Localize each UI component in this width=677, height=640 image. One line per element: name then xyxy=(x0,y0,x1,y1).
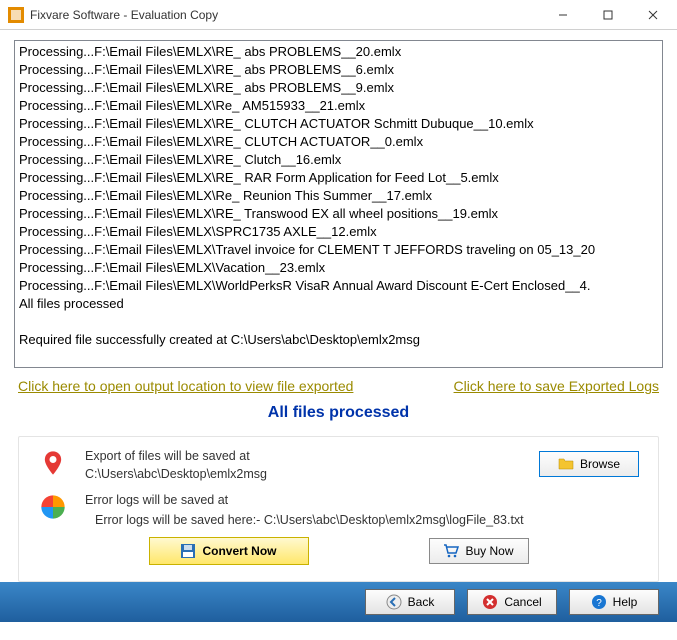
maximize-button[interactable] xyxy=(585,0,630,29)
cancel-label: Cancel xyxy=(504,595,541,609)
log-line: Processing...F:\Email Files\EMLX\RE_ Clu… xyxy=(19,151,658,169)
cancel-icon xyxy=(482,594,498,610)
browse-label: Browse xyxy=(580,457,620,471)
titlebar: Fixvare Software - Evaluation Copy xyxy=(0,0,677,30)
convert-label: Convert Now xyxy=(202,544,276,558)
help-label: Help xyxy=(613,595,638,609)
save-icon xyxy=(180,543,196,559)
main-content: Processing...F:\Email Files\EMLX\RE_ abs… xyxy=(0,30,677,582)
log-line: Processing...F:\Email Files\EMLX\RE_ abs… xyxy=(19,79,658,97)
back-button[interactable]: Back xyxy=(365,589,455,615)
log-line: Processing...F:\Email Files\EMLX\RE_ Tra… xyxy=(19,205,658,223)
export-path: C:\Users\abc\Desktop\emlx2msg xyxy=(85,465,534,483)
log-line: Processing...F:\Email Files\EMLX\RE_ CLU… xyxy=(19,115,658,133)
log-line: Processing...F:\Email Files\EMLX\RE_ abs… xyxy=(19,61,658,79)
log-line: Required file successfully created at C:… xyxy=(19,331,658,349)
pin-icon xyxy=(39,449,67,477)
link-row: Click here to open output location to vi… xyxy=(18,378,659,394)
help-button[interactable]: ? Help xyxy=(569,589,659,615)
help-icon: ? xyxy=(591,594,607,610)
log-line: Processing...F:\Email Files\EMLX\RE_ RAR… xyxy=(19,169,658,187)
buy-now-button[interactable]: Buy Now xyxy=(429,538,529,564)
export-row: Export of files will be saved at C:\User… xyxy=(33,447,644,483)
options-panel: Export of files will be saved at C:\User… xyxy=(18,436,659,582)
cancel-button[interactable]: Cancel xyxy=(467,589,557,615)
save-logs-link[interactable]: Click here to save Exported Logs xyxy=(454,378,659,394)
errorlog-label: Error logs will be saved at xyxy=(85,491,534,509)
log-line: Processing...F:\Email Files\EMLX\WorldPe… xyxy=(19,277,658,295)
open-output-link[interactable]: Click here to open output location to vi… xyxy=(18,378,353,394)
folder-icon xyxy=(558,456,574,472)
log-line: All files processed xyxy=(19,295,658,313)
log-line: Processing...F:\Email Files\EMLX\Re_ AM5… xyxy=(19,97,658,115)
convert-now-button[interactable]: Convert Now xyxy=(149,537,309,565)
buy-label: Buy Now xyxy=(465,544,513,558)
log-line: Processing...F:\Email Files\EMLX\SPRC173… xyxy=(19,223,658,241)
log-line: Processing...F:\Email Files\EMLX\RE_ abs… xyxy=(19,43,658,61)
minimize-button[interactable] xyxy=(540,0,585,29)
svg-text:?: ? xyxy=(596,598,602,609)
export-label: Export of files will be saved at xyxy=(85,447,534,465)
status-text: All files processed xyxy=(14,404,663,422)
close-button[interactable] xyxy=(630,0,675,29)
log-textarea[interactable]: Processing...F:\Email Files\EMLX\RE_ abs… xyxy=(14,40,663,368)
pie-icon xyxy=(39,493,67,521)
log-line: Processing...F:\Email Files\EMLX\Travel … xyxy=(19,241,658,259)
back-label: Back xyxy=(408,595,435,609)
log-line: Processing...F:\Email Files\EMLX\Re_ Reu… xyxy=(19,187,658,205)
log-line: Processing...F:\Email Files\EMLX\Vacatio… xyxy=(19,259,658,277)
action-row: Convert Now Buy Now xyxy=(33,537,644,565)
browse-button[interactable]: Browse xyxy=(539,451,639,477)
app-icon xyxy=(8,7,24,23)
cart-icon xyxy=(443,543,459,559)
log-line: Processing...F:\Email Files\EMLX\RE_ CLU… xyxy=(19,133,658,151)
errorlog-path: Error logs will be saved here:- C:\Users… xyxy=(95,511,534,529)
footer-bar: Back Cancel ? Help xyxy=(0,582,677,622)
errorlog-row: Error logs will be saved at Error logs w… xyxy=(33,491,644,529)
log-line xyxy=(19,313,658,331)
back-icon xyxy=(386,594,402,610)
window-title: Fixvare Software - Evaluation Copy xyxy=(30,8,540,22)
